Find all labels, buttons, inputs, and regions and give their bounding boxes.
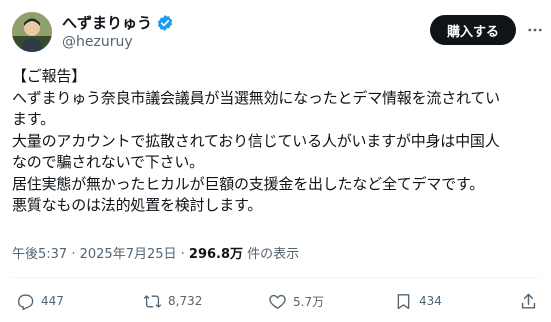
retweet-count: 8,732 <box>168 294 203 308</box>
like-button[interactable]: 5.7万 <box>268 287 324 315</box>
reply-count: 447 <box>41 294 64 308</box>
meta-separator: · <box>67 247 80 262</box>
heart-icon <box>269 294 286 309</box>
subscribe-button[interactable]: 購入する <box>430 15 516 45</box>
more-options-button[interactable] <box>523 18 547 42</box>
tweet-date[interactable]: 2025年7月25日 <box>80 247 177 262</box>
tweet-line: 悪質なものは法的処置を検討します。 <box>12 196 263 214</box>
display-name[interactable]: へずまりゅう <box>62 13 152 33</box>
divider <box>12 277 539 278</box>
more-horizontal-icon <box>528 28 542 32</box>
reply-icon <box>18 293 34 310</box>
reply-button[interactable]: 447 <box>16 287 64 315</box>
tweet-line: ます。 <box>12 110 55 128</box>
like-count: 5.7万 <box>293 294 325 309</box>
bookmark-icon <box>397 293 410 309</box>
action-bar: 447 8,732 5.7万 434 <box>0 287 551 315</box>
meta-separator: · <box>176 247 189 262</box>
tweet-line: 【ご報告】 <box>12 67 87 85</box>
share-button[interactable] <box>519 287 538 315</box>
tweet-meta: 午後5:37 · 2025年7月25日 · 296.8万 件の表示 <box>12 246 299 264</box>
tweet-text: 【ご報告】 へずまりゅう奈良市議会議員が当選無効になったとデマ情報を流されてい … <box>12 66 542 217</box>
verified-badge-icon <box>156 14 174 32</box>
views-label: 件の表示 <box>243 247 300 262</box>
share-icon <box>521 293 536 309</box>
tweet-line: へずまりゅう奈良市議会議員が当選無効になったとデマ情報を流されてい <box>12 88 500 107</box>
bookmark-count: 434 <box>419 294 442 308</box>
avatar-image <box>12 12 52 52</box>
bookmark-button[interactable]: 434 <box>394 287 442 315</box>
tweet-line: 居住実態が無かったヒカルが巨額の支援金を出したなど全てデマです。 <box>12 174 485 193</box>
user-handle[interactable]: @hezuruy <box>62 33 133 52</box>
tweet-line: 大量のアカウントで拡散されており信じている人がいますが中身は中国人 <box>12 131 500 150</box>
tweet-time[interactable]: 午後5:37 <box>12 247 67 262</box>
retweet-icon <box>143 294 162 308</box>
tweet-line: なので騙されないで下さい。 <box>12 153 204 171</box>
retweet-button[interactable]: 8,732 <box>143 287 202 315</box>
avatar[interactable] <box>12 12 52 52</box>
display-name-row: へずまりゅう <box>62 12 174 33</box>
views-count: 296.8万 <box>188 247 244 262</box>
